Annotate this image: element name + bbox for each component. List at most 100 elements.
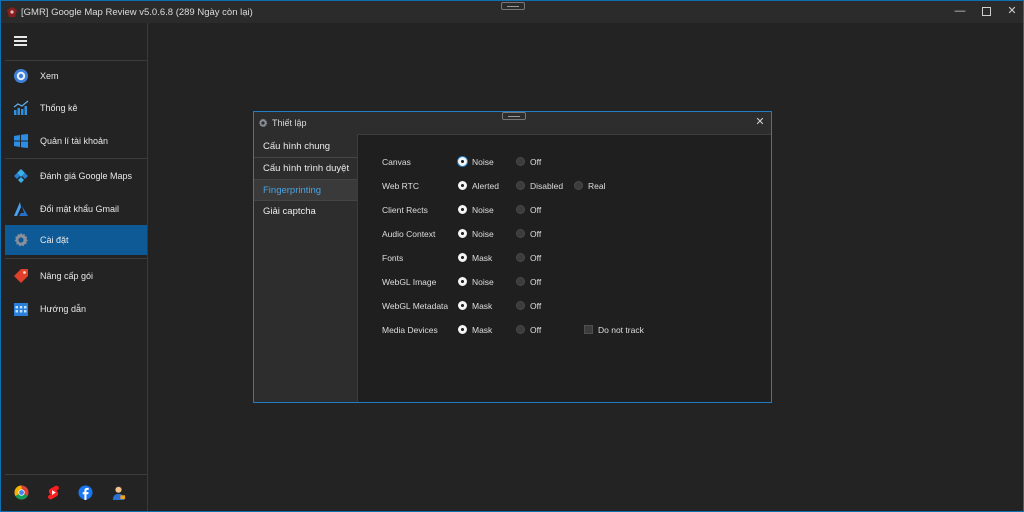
setting-label: WebGL Image — [382, 277, 437, 287]
tab-cau-hinh-chung[interactable]: Cấu hình chung — [254, 136, 357, 156]
drag-handle[interactable] — [501, 2, 525, 10]
support-agent-icon[interactable] — [111, 485, 126, 500]
fonts-mask-radio[interactable]: Mask — [458, 252, 518, 264]
radio-label: Alerted — [472, 181, 499, 191]
gear-icon — [259, 118, 268, 128]
radio-label: Mask — [472, 253, 493, 263]
audio-context-noise-radio[interactable]: Noise — [458, 228, 518, 240]
window-title: [GMR] Google Map Review v5.0.6.8 (289 Ng… — [21, 7, 253, 18]
hamburger-icon[interactable] — [14, 36, 27, 46]
radio-label: Real — [588, 181, 606, 191]
canvas-noise-radio[interactable]: Noise — [458, 156, 518, 168]
chrome-icon[interactable] — [14, 485, 29, 500]
windows-icon — [14, 134, 28, 148]
radio-label: Off — [530, 325, 542, 335]
media-devices-mask-radio[interactable]: Mask — [458, 324, 518, 336]
sidebar-item-label: Đổi mật khẩu Gmail — [40, 204, 120, 214]
do-not-track-checkbox[interactable]: Do not track — [584, 324, 654, 336]
sidebar-item-doi-mat-khau-gmail[interactable]: Đổi mật khẩu Gmail — [5, 194, 147, 224]
view-icon — [14, 69, 28, 83]
radio-label: Off — [530, 229, 542, 239]
settings-dialog: Thiết lập ✕ Cấu hình chung Cấu hình trìn… — [253, 111, 772, 403]
radio-label: Mask — [472, 325, 493, 335]
sidebar-item-danh-gia-google-maps[interactable]: Đánh giá Google Maps — [5, 161, 147, 191]
sidebar-item-label: Hướng dẫn — [40, 304, 86, 314]
radio-label: Off — [530, 157, 542, 167]
radio-label: Noise — [472, 157, 494, 167]
setting-label: Media Devices — [382, 325, 438, 335]
webgl-metadata-off-radio[interactable]: Off — [516, 300, 576, 312]
divider — [5, 158, 147, 159]
sidebar-item-label: Cài đặt — [40, 235, 69, 245]
setting-label: Audio Context — [382, 229, 436, 239]
sidebar-item-xem[interactable]: Xem — [5, 61, 147, 91]
radio-label: Off — [530, 301, 542, 311]
dialog-header[interactable]: Thiết lập ✕ — [254, 112, 771, 133]
radio-label: Noise — [472, 277, 494, 287]
client-rects-off-radio[interactable]: Off — [516, 204, 576, 216]
setting-label: WebGL Metadata — [382, 301, 449, 311]
audio-context-off-radio[interactable]: Off — [516, 228, 576, 240]
drag-handle[interactable] — [502, 112, 526, 120]
fonts-off-radio[interactable]: Off — [516, 252, 576, 264]
webrtc-real-radio[interactable]: Real — [574, 180, 634, 192]
webgl-image-noise-radio[interactable]: Noise — [458, 276, 518, 288]
maximize-icon — [981, 7, 991, 16]
settings-tabs: Cấu hình chung Cấu hình trình duyệt Fing… — [254, 134, 357, 402]
sidebar-item-label: Đánh giá Google Maps — [40, 171, 133, 181]
stats-icon — [13, 100, 29, 115]
sidebar-item-cai-dat[interactable]: Cài đặt — [5, 225, 147, 255]
app-window: [GMR] Google Map Review v5.0.6.8 (289 Ng… — [0, 0, 1024, 512]
tab-label: Fingerprinting — [263, 185, 322, 196]
webgl-metadata-mask-radio[interactable]: Mask — [458, 300, 518, 312]
sidebar-item-nang-cap-goi[interactable]: Nâng cấp gói — [5, 261, 147, 291]
media-devices-off-radio[interactable]: Off — [516, 324, 576, 336]
youtube-shorts-icon[interactable] — [46, 485, 61, 500]
client-rects-noise-radio[interactable]: Noise — [458, 204, 518, 216]
sidebar: Xem Thống kê Quản lí tài khoản Đánh giá … — [1, 23, 148, 511]
tab-label: Giải captcha — [263, 206, 316, 217]
sidebar-item-label: Thống kê — [40, 103, 78, 113]
tab-label: Cấu hình chung — [263, 141, 331, 152]
tab-giai-captcha[interactable]: Giải captcha — [254, 201, 357, 221]
tab-cau-hinh-trinh-duyet[interactable]: Cấu hình trình duyệt — [254, 158, 357, 178]
radio-label: Noise — [472, 229, 494, 239]
sidebar-item-label: Xem — [40, 71, 59, 81]
maximize-button[interactable] — [979, 5, 993, 17]
minimize-button[interactable]: — — [953, 5, 967, 17]
facebook-icon[interactable] — [78, 485, 93, 500]
webrtc-alerted-radio[interactable]: Alerted — [458, 180, 518, 192]
tab-fingerprinting[interactable]: Fingerprinting — [254, 180, 357, 200]
sidebar-item-label: Nâng cấp gói — [40, 271, 94, 281]
sidebar-item-quan-li-tai-khoan[interactable]: Quản lí tài khoản — [5, 126, 147, 156]
canvas-off-radio[interactable]: Off — [516, 156, 576, 168]
sidebar-item-thong-ke[interactable]: Thống kê — [5, 93, 147, 123]
setting-label: Client Rects — [382, 205, 428, 215]
title-bar[interactable]: [GMR] Google Map Review v5.0.6.8 (289 Ng… — [1, 1, 1023, 23]
radio-label: Off — [530, 253, 542, 263]
fingerprinting-panel: Canvas Noise Off Web RTC Alerted Disable… — [357, 134, 771, 402]
radio-label: Disabled — [530, 181, 564, 191]
close-button[interactable]: ✕ — [1005, 5, 1019, 17]
tag-icon — [14, 269, 28, 283]
sidebar-item-label: Quản lí tài khoản — [40, 136, 109, 146]
webrtc-disabled-radio[interactable]: Disabled — [516, 180, 576, 192]
setting-label: Canvas — [382, 157, 411, 167]
setting-label: Web RTC — [382, 181, 420, 191]
sidebar-item-huong-dan[interactable]: Hướng dẫn — [5, 294, 147, 324]
radio-label: Mask — [472, 301, 493, 311]
close-button[interactable]: ✕ — [754, 116, 766, 128]
radio-label: Off — [530, 277, 542, 287]
radio-label: Noise — [472, 205, 494, 215]
setting-label: Fonts — [382, 253, 404, 263]
webgl-image-off-radio[interactable]: Off — [516, 276, 576, 288]
grid-calendar-icon — [14, 303, 28, 316]
tab-label: Cấu hình trình duyệt — [263, 163, 350, 174]
divider — [5, 258, 147, 259]
arrow-a-icon — [14, 202, 28, 216]
checkbox-label: Do not track — [598, 325, 644, 335]
divider — [5, 474, 147, 475]
radio-label: Off — [530, 205, 542, 215]
app-logo-icon — [7, 7, 17, 17]
gear-icon — [14, 232, 28, 247]
